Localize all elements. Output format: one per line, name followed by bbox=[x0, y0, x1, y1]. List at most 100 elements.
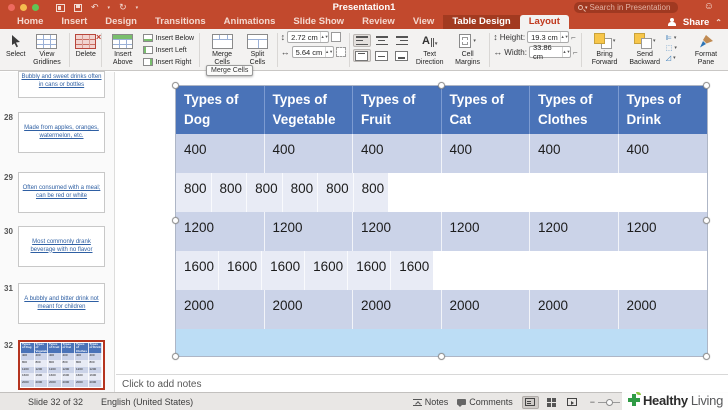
table-cell[interactable]: 1200 bbox=[618, 212, 707, 251]
table-handle-top-left[interactable] bbox=[172, 82, 179, 89]
table-handle-mid-left[interactable] bbox=[172, 217, 179, 224]
zoom-slider[interactable] bbox=[598, 399, 620, 406]
delete-button[interactable]: × Delete bbox=[73, 31, 101, 60]
table-cell[interactable]: 400 bbox=[530, 134, 619, 173]
group-objects-button[interactable]: ⬚ ▾ bbox=[666, 44, 677, 52]
tab-animations[interactable]: Animations bbox=[215, 15, 285, 29]
width-stepper[interactable]: ▲▼ bbox=[561, 47, 570, 57]
rotate-objects-button[interactable]: ◿ ▾ bbox=[666, 54, 677, 62]
tab-layout[interactable]: Layout bbox=[519, 15, 569, 29]
table-cell[interactable]: 1600 bbox=[348, 251, 392, 290]
align-left-button[interactable] bbox=[352, 34, 371, 47]
table-handle-bottom-center[interactable] bbox=[438, 353, 445, 360]
table-cell[interactable]: 1600 bbox=[262, 251, 306, 290]
feedback-smiley-icon[interactable]: ☺ bbox=[704, 1, 714, 12]
table-cell[interactable]: 2000 bbox=[530, 290, 619, 329]
table-cell[interactable]: 400 bbox=[441, 134, 530, 173]
row-height-stepper[interactable]: ▲▼ bbox=[320, 32, 329, 42]
table-handle-mid-right[interactable] bbox=[703, 217, 710, 224]
table-cell[interactable]: 1200 bbox=[441, 212, 530, 251]
table-cell[interactable]: 2000 bbox=[176, 290, 265, 329]
slide-thumbnail-partial[interactable]: Bubbly and sweet drinks often in cans or… bbox=[18, 71, 105, 98]
comments-toggle-button[interactable]: Comments bbox=[457, 397, 513, 407]
table-cell[interactable]: 1200 bbox=[264, 212, 353, 251]
table-cell[interactable]: 800 bbox=[211, 173, 248, 212]
table-header-cell[interactable]: Types of Vegetable bbox=[264, 86, 353, 134]
table-cell[interactable]: 1200 bbox=[176, 212, 265, 251]
tab-slide-show[interactable]: Slide Show bbox=[284, 15, 353, 29]
table-header-cell[interactable]: Types of Fruit bbox=[353, 86, 442, 134]
split-cells-button[interactable]: Split Cells bbox=[241, 31, 273, 67]
table-cell[interactable]: 1200 bbox=[353, 212, 442, 251]
table-cell[interactable]: 800 bbox=[318, 173, 354, 212]
bring-forward-button[interactable]: ▾ Bring Forward bbox=[585, 31, 625, 67]
tab-home[interactable]: Home bbox=[8, 15, 52, 29]
align-middle-button[interactable] bbox=[373, 49, 391, 62]
merge-cells-button[interactable]: Merge Cells bbox=[203, 31, 241, 67]
table-cell[interactable]: 800 bbox=[176, 173, 212, 212]
text-direction-button[interactable]: A ▾ Text Direction bbox=[411, 31, 449, 67]
slide-canvas[interactable]: Types of Dog Types of Vegetable Types of F… bbox=[116, 72, 728, 374]
send-backward-button[interactable]: ▾ Send Backward bbox=[625, 31, 665, 67]
column-width-stepper[interactable]: ▲▼ bbox=[324, 47, 333, 57]
distribute-rows-icon[interactable] bbox=[331, 32, 342, 42]
table-cell[interactable]: 400 bbox=[264, 134, 353, 173]
slide-sorter-view-button[interactable] bbox=[543, 396, 560, 409]
slide-table[interactable]: Types of Dog Types of Vegetable Types of F… bbox=[175, 85, 708, 357]
slide-thumbnail-30[interactable]: Most commonly drank beverage with no fla… bbox=[18, 226, 105, 267]
insert-left-button[interactable]: Insert Left bbox=[141, 45, 197, 55]
search-input[interactable]: ▾ Search in Presentation bbox=[574, 2, 678, 13]
table-cell[interactable]: 800 bbox=[353, 173, 389, 212]
table-cell[interactable]: 1600 bbox=[305, 251, 349, 290]
table-header-cell[interactable]: Types of Drink bbox=[618, 86, 707, 134]
table-cell[interactable]: 400 bbox=[176, 134, 265, 173]
align-objects-button[interactable]: ⊫ ▾ bbox=[666, 34, 677, 42]
width-field[interactable]: 33.86 cm ▲▼ bbox=[528, 43, 571, 61]
table-handle-bottom-left[interactable] bbox=[172, 353, 179, 360]
tab-transitions[interactable]: Transitions bbox=[146, 15, 215, 29]
table-handle-top-center[interactable] bbox=[438, 82, 445, 89]
normal-view-button[interactable] bbox=[521, 395, 539, 409]
tab-review[interactable]: Review bbox=[353, 15, 404, 29]
table-empty-selected-row[interactable] bbox=[176, 329, 707, 356]
table-header-cell[interactable]: Types of Cat bbox=[441, 86, 530, 134]
table-cell[interactable]: 1600 bbox=[219, 251, 263, 290]
align-right-button[interactable] bbox=[393, 34, 411, 47]
table-cell[interactable]: 1600 bbox=[176, 251, 220, 290]
notes-toggle-button[interactable]: Notes bbox=[412, 397, 448, 407]
cell-margins-button[interactable]: ▾ Cell Margins bbox=[449, 31, 486, 67]
table-cell[interactable]: 400 bbox=[618, 134, 707, 173]
format-pane-button[interactable]: Format Pane bbox=[686, 31, 726, 67]
table-cell[interactable]: 2000 bbox=[353, 290, 442, 329]
table-cell[interactable]: 1600 bbox=[391, 251, 434, 290]
slideshow-view-button[interactable] bbox=[564, 396, 581, 409]
tab-design[interactable]: Design bbox=[96, 15, 146, 29]
table-cell[interactable]: 800 bbox=[282, 173, 319, 212]
language-indicator[interactable]: English (United States) bbox=[101, 397, 193, 407]
table-cell[interactable]: 2000 bbox=[264, 290, 353, 329]
column-width-field[interactable]: 5.64 cm ▲▼ bbox=[291, 46, 334, 58]
table-cell[interactable]: 400 bbox=[353, 134, 442, 173]
height-stepper[interactable]: ▲▼ bbox=[560, 32, 569, 42]
share-button[interactable]: Share bbox=[683, 17, 709, 28]
table-cell[interactable]: 2000 bbox=[441, 290, 530, 329]
table-handle-top-right[interactable] bbox=[703, 82, 710, 89]
search-scope-caret-icon[interactable]: ▾ bbox=[585, 5, 588, 11]
distribute-columns-icon[interactable] bbox=[335, 47, 346, 57]
select-button[interactable]: Select bbox=[4, 31, 27, 60]
table-handle-bottom-right[interactable] bbox=[703, 353, 710, 360]
align-center-button[interactable] bbox=[373, 34, 391, 47]
align-bottom-button[interactable] bbox=[393, 49, 411, 62]
tab-view[interactable]: View bbox=[404, 15, 443, 29]
slide-thumbnail-29[interactable]: Often consumed with a meal; can be red o… bbox=[18, 172, 105, 213]
table-cell[interactable]: 1200 bbox=[530, 212, 619, 251]
row-height-field[interactable]: 2.72 cm ▲▼ bbox=[287, 31, 330, 43]
slide-thumbnail-31[interactable]: A bubbly and bitter drink not meant for … bbox=[18, 283, 105, 324]
insert-below-button[interactable]: Insert Below bbox=[141, 33, 197, 43]
table-header-cell[interactable]: Types of Clothes bbox=[530, 86, 619, 134]
collapse-ribbon-icon[interactable]: ⌃ bbox=[715, 18, 722, 27]
tab-table-design[interactable]: Table Design bbox=[443, 15, 520, 29]
zoom-control[interactable]: − bbox=[590, 397, 620, 407]
tab-insert[interactable]: Insert bbox=[52, 15, 96, 29]
table-header-cell[interactable]: Types of Dog bbox=[176, 86, 265, 134]
